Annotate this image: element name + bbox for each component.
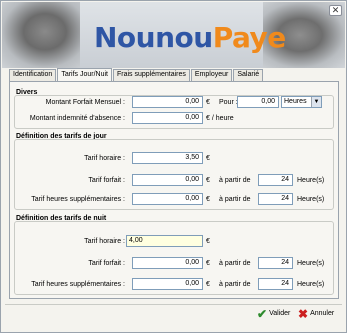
jour-supp-apartir: à partir de [219, 196, 251, 203]
logo-part2: Paye [212, 21, 287, 54]
tab-frais-supplementaires[interactable]: Frais supplémentaires [113, 69, 190, 81]
footer-divider [5, 304, 342, 305]
nuit-horaire-input[interactable]: 4,00 [126, 235, 203, 247]
montant-forfait-input[interactable]: 0,00 [132, 96, 203, 108]
jour-horaire-label: Tarif horaire : [84, 155, 125, 162]
jour-supp-hours-input[interactable]: 24 [258, 193, 293, 205]
tab-identification[interactable]: Identification [9, 69, 57, 81]
jour-supp-input[interactable]: 0,00 [132, 193, 203, 205]
jour-supp-label: Tarif heures supplémentaires : [31, 196, 125, 203]
indemnite-unit: € / heure [206, 115, 234, 122]
jour-supp-unit: € [206, 196, 210, 203]
banner: NounouPaye [2, 2, 345, 68]
jour-forfait-apartir: à partir de [219, 177, 251, 184]
nuit-forfait-input[interactable]: 0,00 [132, 257, 203, 269]
montant-forfait-unit: € [206, 99, 210, 106]
jour-supp-hours-unit: Heure(s) [297, 196, 325, 203]
nuit-supp-hours-unit: Heure(s) [297, 281, 325, 288]
indemnite-label: Montant indemnité d'absence : [29, 115, 125, 122]
jour-forfait-unit: € [206, 177, 210, 184]
nuit-supp-apartir: à partir de [219, 281, 251, 288]
jour-forfait-label: Tarif forfait : [88, 177, 125, 184]
pour-unit-select[interactable]: Heures ▼ [281, 96, 322, 108]
montant-forfait-label: Montant Forfait Mensuel : [45, 99, 125, 106]
jour-forfait-input[interactable]: 0,00 [132, 174, 203, 186]
check-icon: ✔ [257, 307, 268, 321]
jour-horaire-input[interactable]: 3,50 [132, 152, 203, 164]
pour-label: Pour : [219, 99, 238, 106]
nuit-supp-label: Tarif heures supplémentaires : [31, 281, 125, 288]
tab-bar: Identification Tarifs Jour/Nuit Frais su… [9, 68, 264, 81]
pour-input[interactable]: 0,00 [237, 96, 279, 108]
nuit-forfait-hours-input[interactable]: 24 [258, 257, 293, 269]
valider-label: Valider [269, 310, 291, 317]
pour-unit-selected: Heures [284, 98, 307, 105]
tab-panel: Divers Montant Forfait Mensuel : 0,00 € … [9, 81, 339, 299]
nuit-supp-unit: € [206, 281, 210, 288]
app-logo: NounouPaye [94, 21, 286, 54]
jour-horaire-unit: € [206, 155, 210, 162]
valider-button[interactable]: ✔ Valider [257, 307, 290, 321]
annuler-label: Annuler [310, 310, 335, 317]
tab-salarie[interactable]: Salarié [233, 69, 264, 81]
nuit-forfait-unit: € [206, 260, 210, 267]
tab-employeur[interactable]: Employeur [190, 69, 233, 81]
nuit-forfait-hours-unit: Heure(s) [297, 260, 325, 267]
indemnite-input[interactable]: 0,00 [132, 112, 203, 124]
nuit-horaire-label: Tarif horaire : [84, 238, 125, 245]
jour-forfait-hours-unit: Heure(s) [297, 177, 325, 184]
nuit-supp-hours-input[interactable]: 24 [258, 278, 293, 290]
nuit-forfait-label: Tarif forfait : [88, 260, 125, 267]
cross-icon: ✖ [298, 307, 309, 321]
nuit-horaire-unit: € [206, 238, 210, 245]
annuler-button[interactable]: ✖ Annuler [298, 307, 334, 321]
banner-photo-woman [2, 2, 80, 68]
nuit-forfait-apartir: à partir de [219, 260, 251, 267]
nuit-supp-input[interactable]: 0,00 [132, 278, 203, 290]
chevron-down-icon: ▼ [311, 97, 321, 107]
tab-tarifs-jour-nuit[interactable]: Tarifs Jour/Nuit [57, 68, 112, 81]
close-icon: ✕ [331, 5, 340, 15]
jour-forfait-hours-input[interactable]: 24 [258, 174, 293, 186]
close-window-button[interactable]: ✕ [329, 5, 342, 16]
app-window: NounouPaye ✕ Identification Tarifs Jour/… [0, 0, 347, 333]
logo-part1: Nounou [94, 21, 213, 54]
